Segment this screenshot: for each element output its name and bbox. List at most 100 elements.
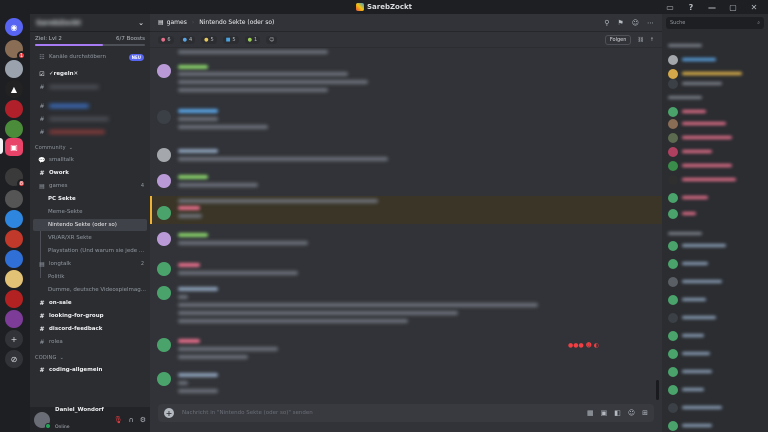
apps-icon[interactable]: ⊞ <box>642 409 648 417</box>
parent-channel-link[interactable]: games <box>167 19 187 26</box>
server-icon[interactable] <box>5 270 23 288</box>
thread-pc-sekte[interactable]: PC Sekte <box>33 193 147 205</box>
member-item[interactable] <box>668 54 768 66</box>
message-composer[interactable]: + Nachricht in "Nintendo Sekte (oder so)… <box>158 404 654 422</box>
thread-politik[interactable]: Politik <box>33 271 147 283</box>
member-item[interactable] <box>668 348 768 360</box>
channel-discord-feedback[interactable]: # discord-feedback <box>33 323 147 335</box>
reaction-bar[interactable]: ●●● ☻ ◐ <box>568 342 599 349</box>
member-item[interactable] <box>668 132 768 144</box>
category-community[interactable]: Community ⌄ <box>30 142 150 154</box>
channel-on-sale[interactable]: # on-sale <box>33 297 147 309</box>
browse-channels[interactable]: ☷ Kanäle durchstöbern NEU <box>33 51 147 63</box>
thread-playstation[interactable]: Playstation (Und warum sie jede ... <box>33 245 147 257</box>
help-icon[interactable]: ? <box>685 3 697 12</box>
member-item[interactable] <box>668 420 768 432</box>
channel-rolea[interactable]: # rolea <box>33 336 147 348</box>
server-icon[interactable] <box>5 100 23 118</box>
add-server-icon[interactable]: + <box>5 330 23 348</box>
member-item[interactable] <box>668 146 768 158</box>
current-server-icon[interactable]: ▣ <box>5 138 23 156</box>
server-header[interactable]: SarebZockt ⌄ <box>30 14 150 32</box>
member-item[interactable] <box>668 258 768 270</box>
category-coding[interactable]: CODING ⌄ <box>30 352 150 364</box>
pin-icon[interactable]: ⚑ <box>617 19 623 27</box>
thread-meme-sekte[interactable]: Meme-Sekte <box>33 206 147 218</box>
gif-icon[interactable]: ▣ <box>601 409 608 417</box>
server-icon[interactable] <box>5 60 23 78</box>
member-item[interactable] <box>668 160 768 172</box>
channel-regeln[interactable]: ☑ ✓regeln✕ <box>33 68 147 80</box>
channel-blurred[interactable]: # <box>33 100 147 112</box>
server-icon[interactable] <box>5 230 23 248</box>
channel-blurred[interactable]: # <box>33 81 147 93</box>
follow-button[interactable]: Folgen <box>604 34 632 45</box>
close-icon[interactable]: ✕ <box>748 3 760 12</box>
server-icon[interactable] <box>5 310 23 328</box>
avatar[interactable] <box>157 206 171 220</box>
server-icon[interactable]: 1 <box>5 40 26 60</box>
member-item[interactable] <box>668 276 768 288</box>
server-icon[interactable] <box>5 120 23 138</box>
user-info[interactable]: Daniel_Wondorf Online <box>55 407 104 432</box>
members-icon[interactable]: ☺ <box>632 19 639 27</box>
avatar[interactable] <box>157 148 171 162</box>
server-icon[interactable]: ▲ <box>5 80 23 98</box>
member-item[interactable] <box>668 312 768 324</box>
jump-up-icon[interactable]: ↑ <box>650 37 654 43</box>
gift-icon[interactable]: ▦ <box>587 409 594 417</box>
headphones-icon[interactable]: ∩ <box>129 416 134 424</box>
server-icon[interactable] <box>5 210 23 228</box>
server-icon[interactable]: 8 <box>5 168 26 188</box>
tag-chip[interactable]: ● 4 <box>179 35 196 44</box>
channel-blurred[interactable]: # <box>33 113 147 125</box>
member-item[interactable] <box>668 106 768 118</box>
channel-owork[interactable]: # Owork <box>33 167 147 179</box>
member-item[interactable] <box>668 174 768 186</box>
add-reaction-icon[interactable]: ☺ <box>266 35 278 44</box>
scrollbar[interactable] <box>656 380 659 400</box>
member-item[interactable] <box>668 366 768 378</box>
avatar[interactable] <box>157 174 171 188</box>
avatar[interactable] <box>157 338 171 352</box>
channel-blurred[interactable]: # <box>33 126 147 138</box>
member-item[interactable] <box>668 240 768 252</box>
search-box[interactable]: Suche ⌕ <box>662 14 768 32</box>
channel-smalltalk[interactable]: 💬 smalltalk <box>33 154 147 166</box>
avatar[interactable] <box>157 372 171 386</box>
avatar[interactable] <box>157 262 171 276</box>
member-item[interactable] <box>668 294 768 306</box>
notification-bell-icon[interactable]: ⚲ <box>604 19 609 27</box>
more-icon[interactable]: ⋯ <box>647 19 654 27</box>
member-item[interactable] <box>668 192 768 204</box>
add-attachment-icon[interactable]: + <box>164 408 174 418</box>
channel-games[interactable]: ▤ games 4 <box>33 180 147 192</box>
member-item[interactable] <box>668 384 768 396</box>
gear-icon[interactable]: ⚙ <box>140 416 146 424</box>
boost-progress[interactable]: Ziel: Lvl 2 6/7 Boosts <box>30 32 150 44</box>
member-item[interactable] <box>668 208 768 220</box>
mic-muted-icon[interactable]: 🎙 <box>114 416 123 424</box>
server-icon[interactable] <box>5 290 23 308</box>
message-list[interactable]: ●●● ☻ ◐ <box>150 48 662 400</box>
minimize-icon[interactable]: — <box>706 3 718 12</box>
sticker-icon[interactable]: ◧ <box>614 409 621 417</box>
tag-chip[interactable]: ● 6 <box>158 35 174 44</box>
inbox-icon[interactable]: ▭ <box>664 3 676 12</box>
avatar[interactable] <box>34 411 51 429</box>
avatar[interactable] <box>157 64 171 78</box>
channel-looking-for-group[interactable]: # looking-for-group <box>33 310 147 322</box>
member-item[interactable] <box>668 330 768 342</box>
member-item[interactable] <box>668 118 768 130</box>
avatar[interactable] <box>157 232 171 246</box>
tag-chip[interactable]: ■ 5 <box>222 35 239 44</box>
member-item[interactable] <box>668 402 768 414</box>
tag-chip[interactable]: ● 1 <box>244 35 261 44</box>
direct-messages-icon[interactable]: ◉ <box>5 18 23 36</box>
member-item[interactable] <box>668 78 768 90</box>
search-input[interactable]: Suche <box>670 20 685 26</box>
discover-icon[interactable]: ⊘ <box>5 350 23 368</box>
link-icon[interactable]: ⛓ <box>637 37 643 43</box>
channel-coding-allgemein[interactable]: # coding-allgemein <box>33 364 147 376</box>
avatar[interactable] <box>157 286 171 300</box>
